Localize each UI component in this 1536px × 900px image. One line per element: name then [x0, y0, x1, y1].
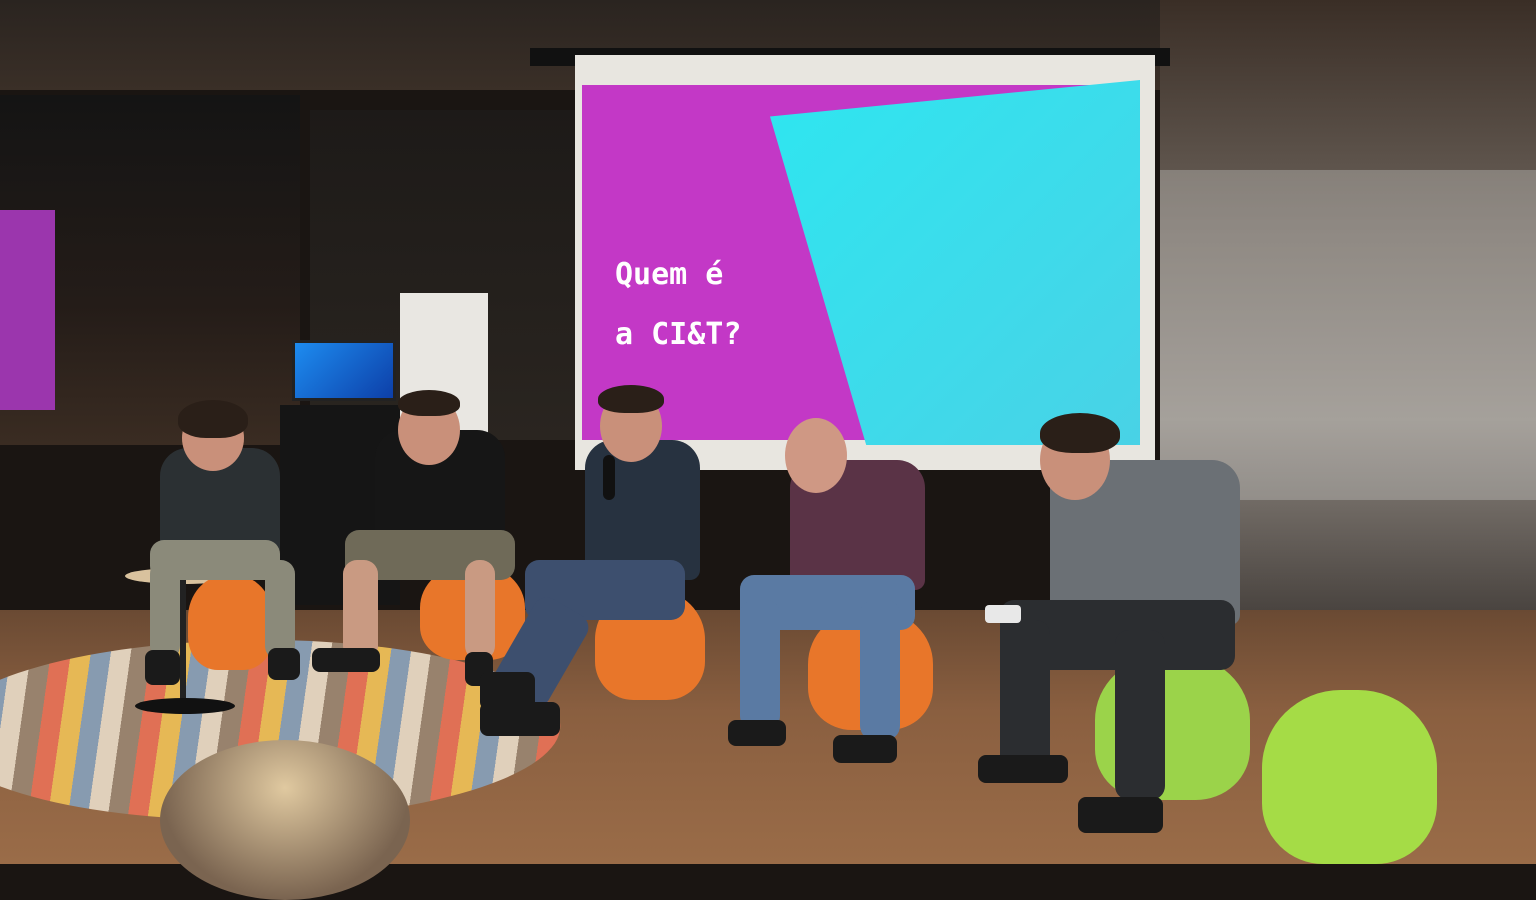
phone-icon — [985, 605, 1021, 623]
reflected-slide — [0, 210, 55, 410]
tv-monitor — [292, 340, 396, 401]
microphone-icon — [603, 455, 615, 500]
slide-title: Quem é a CI&T? — [615, 245, 825, 365]
slide-title-line-2: a CI&T? — [615, 317, 742, 352]
green-stool — [1262, 690, 1437, 864]
frosted-glass-panel — [1160, 170, 1536, 500]
slide-title-line-1: Quem é — [615, 257, 724, 292]
side-table-base — [135, 698, 235, 714]
orange-stool — [188, 575, 273, 670]
side-table-leg — [180, 580, 186, 705]
audience-member-head — [160, 740, 410, 900]
